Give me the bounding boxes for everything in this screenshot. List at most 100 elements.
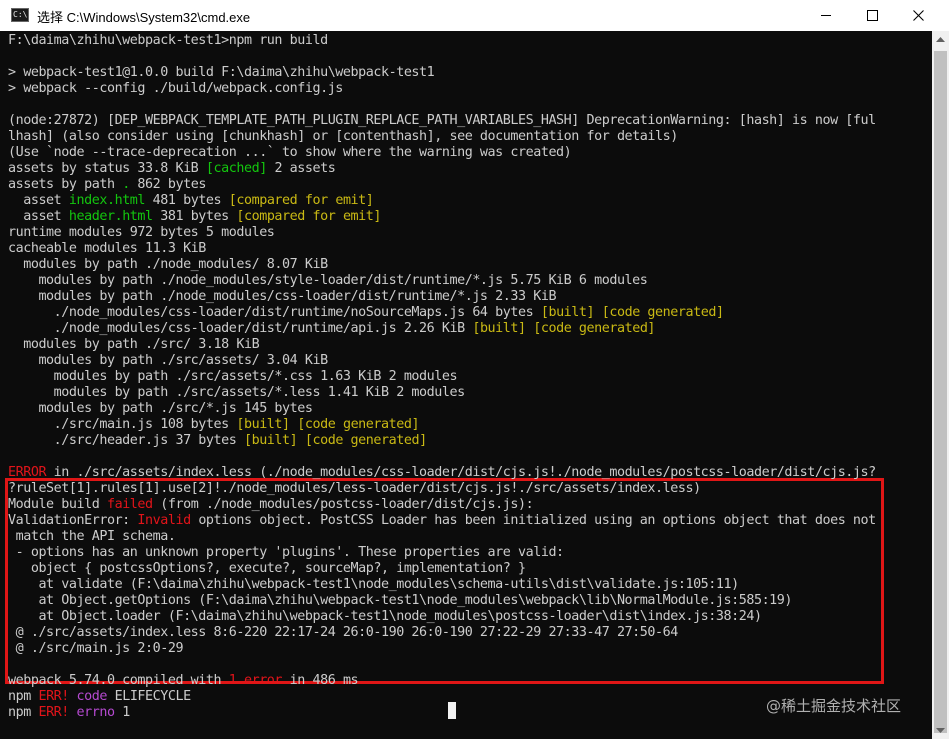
console-text-segment: Invalid: [137, 513, 191, 528]
console-text-segment: [297, 433, 305, 448]
console-text-segment: modules by path ./node_modules/ 8.07 KiB: [8, 257, 328, 272]
console-text-segment: at validate (F:\daima\zhihu\webpack-test…: [8, 577, 739, 592]
close-icon: [912, 10, 924, 21]
console-text-segment: ERR!: [38, 689, 69, 704]
console-line: webpack 5.74.0 compiled with 1 error in …: [8, 673, 359, 689]
cmd-window: C:\ 选择 C:\Windows\System32\cmd.exe F:\da…: [0, 0, 949, 739]
watermark: @稀土掘金技术社区: [766, 697, 902, 715]
console-text-segment: index.html: [68, 193, 146, 208]
console-line: asset index.html 481 bytes [compared for…: [8, 193, 374, 209]
console-line: - options has an unknown property 'plugi…: [8, 545, 565, 561]
console-line: (node:27872) [DEP_WEBPACK_TEMPLATE_PATH_…: [8, 113, 876, 129]
console-line: (Use `node --trace-deprecation ...` to s…: [8, 145, 572, 161]
console-line: ValidationError: Invalid options object.…: [8, 513, 876, 529]
console-text-segment: errno: [76, 705, 116, 720]
console-text-segment: ERROR: [8, 465, 47, 480]
console-line: > webpack --config ./build/webpack.confi…: [8, 81, 343, 97]
console-output[interactable]: F:\daima\zhihu\webpack-test1>npm run bui…: [0, 31, 932, 739]
console-text-segment: assets by path: [8, 177, 123, 192]
console-line: @ ./src/main.js 2:0-29: [8, 641, 184, 657]
console-line: ./src/main.js 108 bytes [built] [code ge…: [8, 417, 420, 433]
cmd-app-icon[interactable]: C:\: [11, 8, 29, 22]
console-text-segment: ValidationError:: [8, 513, 138, 528]
console-text-segment: [code generated]: [533, 321, 656, 336]
console-text-segment: at Object.getOptions (F:\daima\zhihu\web…: [8, 593, 793, 608]
console-line: match the API schema.: [8, 529, 176, 545]
console-line: > webpack-test1@1.0.0 build F:\daima\zhi…: [8, 65, 435, 81]
arrow-down-icon: [936, 728, 945, 733]
console-text-segment: match the API schema.: [8, 529, 176, 544]
console-text-segment: [69, 689, 77, 704]
console-text-segment: modules by path ./src/assets/ 3.04 KiB: [8, 353, 328, 368]
console-text-segment: modules by path ./node_modules/style-loa…: [8, 273, 648, 288]
console-text-segment: [compared for emit]: [228, 193, 374, 208]
console-line: @ ./src/assets/index.less 8:6-220 22:17-…: [8, 625, 679, 641]
console-text-segment: ?ruleSet[1].rules[1].use[2]!./node_modul…: [8, 481, 701, 496]
console-line: cacheable modules 11.3 KiB: [8, 241, 206, 257]
console-line: at validate (F:\daima\zhihu\webpack-test…: [8, 577, 739, 593]
console-text-segment: ELIFECYCLE: [106, 689, 192, 704]
console-line: modules by path ./node_modules/css-loade…: [8, 289, 556, 305]
console-text-segment: ./node_modules/css-loader/dist/runtime/n…: [8, 305, 541, 320]
console-line: modules by path ./src/*.js 145 bytes: [8, 401, 312, 417]
console-text-segment: [built]: [243, 433, 298, 448]
console-text-segment: in 486 ms: [282, 673, 359, 688]
console-line: runtime modules 972 bytes 5 modules: [8, 225, 275, 241]
console-line: at Object.getOptions (F:\daima\zhihu\web…: [8, 593, 792, 609]
console-text-segment: object { postcssOptions?, execute?, sour…: [8, 561, 526, 576]
console-text-segment: modules by path ./src/assets/*.css 1.63 …: [8, 369, 458, 384]
console-line: Module build failed (from ./node_modules…: [8, 497, 534, 513]
console-text-segment: ./node_modules/css-loader/dist/runtime/a…: [8, 321, 473, 336]
maximize-icon: [866, 10, 878, 21]
console-text-segment: (from ./node_modules/postcss-loader/dist…: [152, 497, 534, 512]
console-text-segment: @ ./src/assets/index.less 8:6-220 22:17-…: [8, 625, 679, 640]
console-text-segment: [code generated]: [304, 433, 427, 448]
console-text-segment: ./src/header.js 37 bytes: [8, 433, 244, 448]
maximize-button[interactable]: [849, 0, 895, 31]
console-line: ?ruleSet[1].rules[1].use[2]!./node_modul…: [8, 481, 701, 497]
console-text-segment: npm: [8, 689, 39, 704]
console-text-segment: modules by path ./src/assets/*.less 1.41…: [8, 385, 466, 400]
vertical-scrollbar[interactable]: [932, 31, 949, 739]
console-line: assets by path . 862 bytes: [8, 177, 206, 193]
console-text-segment: [594, 305, 602, 320]
console-text-segment: asset: [8, 209, 69, 224]
console-line: lhash] (also consider using [chunkhash] …: [8, 129, 678, 145]
console-text-segment: cacheable modules 11.3 KiB: [8, 241, 206, 256]
console-text-segment: asset: [8, 193, 69, 208]
console-line: object { postcssOptions?, execute?, sour…: [8, 561, 526, 577]
close-button[interactable]: [895, 0, 941, 31]
console-text-segment: [built]: [540, 305, 595, 320]
text-cursor: [448, 702, 456, 719]
scroll-up-button[interactable]: [932, 31, 949, 48]
console-text-segment: @ ./src/main.js 2:0-29: [8, 641, 184, 656]
console-text-segment: 1 error: [228, 673, 283, 688]
console-text-segment: .: [122, 177, 130, 192]
title-bar[interactable]: C:\ 选择 C:\Windows\System32\cmd.exe: [0, 0, 949, 32]
console-line: modules by path ./src/assets/*.less 1.41…: [8, 385, 466, 401]
console-line: npm ERR! errno 1: [8, 705, 130, 721]
minimize-button[interactable]: [803, 0, 849, 31]
minimize-icon: [821, 15, 831, 16]
console-text-segment: modules by path ./src/ 3.18 KiB: [8, 337, 260, 352]
console-line: modules by path ./node_modules/ 8.07 KiB: [8, 257, 328, 273]
console-text-segment: 1: [114, 705, 130, 720]
console-text-segment: [code generated]: [601, 305, 724, 320]
console-text-segment: modules by path ./src/*.js 145 bytes: [8, 401, 313, 416]
window-title: 选择 C:\Windows\System32\cmd.exe: [37, 10, 251, 25]
console-text-segment: 862 bytes: [129, 177, 206, 192]
console-line: F:\daima\zhihu\webpack-test1>npm run bui…: [8, 33, 328, 49]
scroll-down-button[interactable]: [932, 722, 949, 739]
console-text-segment: ./src/main.js 108 bytes: [8, 417, 237, 432]
arrow-up-icon: [936, 37, 945, 42]
scrollbar-thumb[interactable]: [934, 51, 947, 733]
console-line: modules by path ./src/assets/*.css 1.63 …: [8, 369, 458, 385]
console-line: asset header.html 381 bytes [compared fo…: [8, 209, 381, 225]
console-text-segment: 2 assets: [266, 161, 336, 176]
console-text-segment: [cached]: [205, 161, 267, 176]
console-line: assets by status 33.8 KiB [cached] 2 ass…: [8, 161, 336, 177]
console-line: ERROR in ./src/assets/index.less (./node…: [8, 465, 876, 481]
console-line: modules by path ./src/ 3.18 KiB: [8, 337, 259, 353]
console-text-segment: (node:27872) [DEP_WEBPACK_TEMPLATE_PATH_…: [8, 113, 876, 128]
console-text-segment: options object. PostCSS Loader has been …: [190, 513, 876, 528]
